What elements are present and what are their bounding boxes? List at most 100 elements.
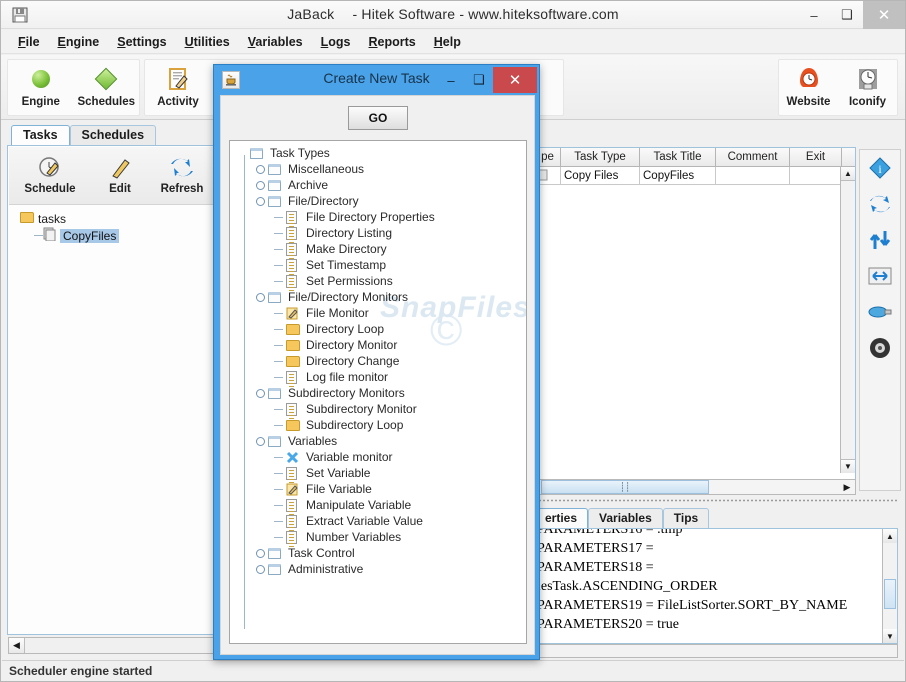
tree-expand-handle-icon[interactable] <box>256 196 268 206</box>
usb-drive-icon[interactable] <box>860 294 900 330</box>
table-vscrollbar[interactable]: ▲ ▼ <box>840 167 855 473</box>
minimize-button[interactable]: – <box>797 1 831 29</box>
tree-expand-handle-icon[interactable] <box>256 548 268 558</box>
side-icon-strip: i <box>859 149 901 491</box>
grey-clock-icon <box>855 65 881 93</box>
tree-node[interactable]: Task Control <box>234 545 526 561</box>
tree-node[interactable]: Directory Monitor <box>234 337 526 353</box>
tree-node[interactable]: File Monitor <box>234 305 526 321</box>
menu-mnemonic: E <box>57 34 66 49</box>
schedule-button[interactable]: Schedule <box>19 151 81 201</box>
properties-hscrollbar[interactable] <box>534 644 898 658</box>
tree-node[interactable]: Log file monitor <box>234 369 526 387</box>
tree-node[interactable]: Archive <box>234 177 526 193</box>
menu-item-logs[interactable]: Logs <box>312 33 360 51</box>
tree-node[interactable]: Miscellaneous <box>234 161 526 177</box>
tree-node[interactable]: File Directory Properties <box>234 209 526 227</box>
tree-node[interactable]: Directory Change <box>234 353 526 369</box>
maximize-button[interactable]: ❑ <box>831 1 863 29</box>
tree-node[interactable]: File/Directory Monitors <box>234 289 526 305</box>
tree-node[interactable]: Set Timestamp <box>234 257 526 275</box>
menu-item-help[interactable]: Help <box>425 33 470 51</box>
disc-icon[interactable] <box>860 330 900 366</box>
tree-node[interactable]: Subdirectory Monitors <box>234 385 526 401</box>
table-column-header[interactable]: Task Title <box>640 148 716 166</box>
tree-node[interactable]: Make Directory <box>234 241 526 259</box>
toolbar-button-iconify[interactable]: Iconify <box>838 60 897 115</box>
tree-expand-handle-icon[interactable] <box>256 564 268 574</box>
table-row[interactable]: Copy Files CopyFiles <box>535 167 855 185</box>
tree-node[interactable]: Directory Listing <box>234 225 526 243</box>
tree-node-label: Task Control <box>288 546 355 560</box>
tree-expand-handle-icon[interactable] <box>256 388 268 398</box>
menu-label: ettings <box>125 34 167 49</box>
close-button[interactable]: ✕ <box>863 1 905 29</box>
dialog-minimize-button[interactable]: – <box>437 67 465 93</box>
resize-horizontal-icon[interactable] <box>860 258 900 294</box>
tree-node[interactable]: Task Types <box>234 145 526 161</box>
refresh-swap-icon[interactable] <box>860 186 900 222</box>
tree-node[interactable]: Subdirectory Loop <box>234 417 526 433</box>
tree-node[interactable]: File/Directory <box>234 193 526 209</box>
menu-item-settings[interactable]: Settings <box>108 33 175 51</box>
tree-item-tasks[interactable]: tasks <box>20 210 119 227</box>
window-subtitle-text: - Hitek Software - www.hiteksoftware.com <box>352 6 619 22</box>
tree-node[interactable]: Variables <box>234 433 526 449</box>
tree-expand-handle-icon[interactable] <box>256 164 268 174</box>
toolbar-button-activity[interactable]: Activity <box>145 60 211 115</box>
tree-node[interactable]: Manipulate Variable <box>234 497 526 515</box>
tree-node[interactable]: Subdirectory Monitor <box>234 401 526 419</box>
sort-updown-icon[interactable] <box>860 222 900 258</box>
tree-node[interactable]: Directory Loop <box>234 321 526 337</box>
table-column-header[interactable]: Exit <box>790 148 842 166</box>
scroll-down-arrow[interactable]: ▼ <box>883 629 897 643</box>
scroll-up-arrow[interactable]: ▲ <box>841 167 855 181</box>
vscroll-thumb[interactable] <box>884 579 896 609</box>
tab-schedules[interactable]: Schedules <box>69 125 157 145</box>
scroll-right-arrow[interactable]: ▶ <box>839 482 855 493</box>
dialog-maximize-button[interactable]: ❑ <box>465 67 493 93</box>
pencil-note-icon <box>286 483 302 496</box>
tree-expand-handle-icon[interactable] <box>256 292 268 302</box>
tree-node[interactable]: Administrative <box>234 561 526 577</box>
dialog-close-button[interactable]: ✕ <box>493 67 537 93</box>
tab-properties[interactable]: erties <box>534 508 589 528</box>
tree-node[interactable]: Variable monitor <box>234 449 526 465</box>
tab-tips[interactable]: Tips <box>662 508 710 528</box>
go-button[interactable]: GO <box>348 106 408 130</box>
table-column-header[interactable]: Task Type <box>561 148 640 166</box>
menu-item-engine[interactable]: Engine <box>49 33 109 51</box>
properties-text-area[interactable]: PARAMETERS16 = .tmp PARAMETERS17 = PARAM… <box>534 528 898 644</box>
scroll-up-arrow[interactable]: ▲ <box>883 529 897 543</box>
scroll-down-arrow[interactable]: ▼ <box>841 459 855 473</box>
split-divider[interactable] <box>534 497 898 505</box>
tab-variables[interactable]: Variables <box>588 508 663 528</box>
properties-vscrollbar[interactable]: ▲ ▼ <box>882 529 897 643</box>
task-types-tree[interactable]: © SnapFiles Task Types Miscellaneous Archi… <box>229 140 527 644</box>
menu-item-file[interactable]: File <box>9 33 49 51</box>
tree-node[interactable]: Set Permissions <box>234 273 526 291</box>
tree-node[interactable]: Number Variables <box>234 529 526 547</box>
menu-item-variables[interactable]: Variables <box>239 33 312 51</box>
tree-node[interactable]: Set Variable <box>234 465 526 483</box>
edit-button[interactable]: Edit <box>89 151 151 201</box>
tree-expand-handle-icon[interactable] <box>256 180 268 190</box>
toolbar-button-website[interactable]: Website <box>779 60 838 115</box>
info-icon[interactable]: i <box>860 150 900 186</box>
tree-node[interactable]: Extract Variable Value <box>234 513 526 531</box>
scroll-left-arrow[interactable]: ◀ <box>9 638 25 653</box>
table-column-header[interactable]: Comment <box>716 148 790 166</box>
refresh-button[interactable]: Refresh <box>151 151 213 201</box>
table-hscrollbar[interactable]: ┊┊ ▶ <box>534 479 856 495</box>
hscroll-thumb[interactable]: ┊┊ <box>541 480 709 494</box>
menu-item-reports[interactable]: Reports <box>360 33 425 51</box>
tree-node[interactable]: File Variable <box>234 481 526 497</box>
menu-item-utilities[interactable]: Utilities <box>176 33 239 51</box>
toolbar-button-engine[interactable]: Engine <box>8 60 74 115</box>
toolbar-button-schedules[interactable]: Schedules <box>74 60 140 115</box>
tab-tasks[interactable]: Tasks <box>11 125 70 145</box>
menu-mnemonic: R <box>368 34 378 49</box>
tree-item-copyfiles[interactable]: CopyFiles <box>34 227 120 244</box>
tree-expand-handle-icon[interactable] <box>256 436 268 446</box>
doc-icon <box>286 514 302 531</box>
